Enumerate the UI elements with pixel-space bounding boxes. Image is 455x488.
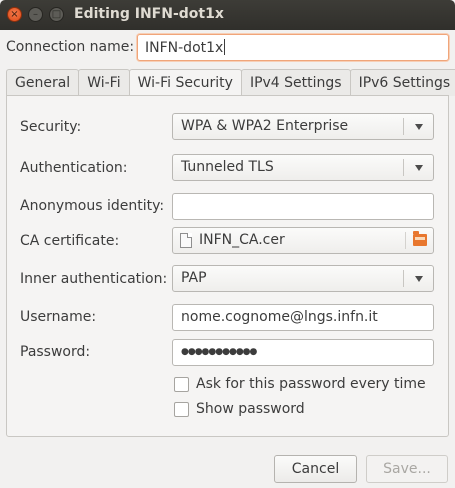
ca-certificate-label: CA certificate: — [20, 233, 120, 249]
tab-wifi-security[interactable]: Wi-Fi Security — [128, 69, 242, 97]
anonymous-identity-label: Anonymous identity: — [20, 198, 165, 214]
authentication-label: Authentication: — [20, 160, 128, 176]
inner-authentication-label: Inner authentication: — [20, 271, 168, 287]
password-value: ●●●●●●●●●●● — [181, 347, 257, 357]
title-bar: × – □ Editing INFN-dot1x — [0, 0, 455, 30]
security-label: Security: — [20, 119, 82, 135]
security-dropdown[interactable]: WPA & WPA2 Enterprise — [172, 113, 434, 140]
text-caret — [224, 39, 226, 55]
dropdown-separator — [403, 270, 404, 287]
file-icon — [180, 233, 192, 248]
connection-name-value: INFN-dot1x — [145, 40, 224, 56]
ask-password-option[interactable]: Ask for this password every time — [174, 376, 426, 392]
show-password-option[interactable]: Show password — [174, 401, 305, 417]
close-icon: × — [10, 8, 19, 20]
show-password-checkbox[interactable] — [174, 401, 189, 417]
tab-ipv6-settings[interactable]: IPv6 Settings — [349, 69, 455, 96]
chevron-down-icon — [415, 276, 423, 282]
maximize-window-button[interactable]: □ — [49, 7, 64, 22]
authentication-value: Tunneled TLS — [181, 159, 274, 175]
tab-bar: General Wi-Fi Wi-Fi Security IPv4 Settin… — [6, 69, 455, 97]
password-input[interactable]: ●●●●●●●●●●● — [172, 339, 434, 366]
minimize-window-button[interactable]: – — [28, 7, 43, 22]
cancel-button[interactable]: Cancel — [274, 455, 357, 483]
ask-password-checkbox[interactable] — [174, 376, 189, 392]
username-input[interactable]: nome.cognome@lngs.infn.it — [172, 304, 434, 331]
chooser-separator — [405, 232, 406, 249]
anonymous-identity-input[interactable] — [172, 193, 434, 220]
tab-general[interactable]: General — [6, 69, 80, 96]
tab-wifi[interactable]: Wi-Fi — [78, 69, 130, 96]
dropdown-separator — [403, 118, 404, 135]
save-button[interactable]: Save... — [366, 455, 448, 483]
close-window-button[interactable]: × — [7, 7, 22, 22]
security-value: WPA & WPA2 Enterprise — [181, 118, 349, 134]
chevron-down-icon — [415, 165, 423, 171]
folder-open-icon[interactable] — [413, 231, 427, 246]
window-title: Editing INFN-dot1x — [74, 6, 224, 22]
inner-authentication-dropdown[interactable]: PAP — [172, 265, 434, 292]
ask-password-label: Ask for this password every time — [196, 376, 426, 392]
tab-ipv4-settings[interactable]: IPv4 Settings — [240, 69, 351, 96]
password-label: Password: — [20, 344, 91, 360]
username-label: Username: — [20, 309, 97, 325]
connection-name-input[interactable]: INFN-dot1x — [137, 34, 449, 61]
connection-name-label: Connection name: — [6, 39, 135, 55]
minimize-icon: – — [33, 8, 38, 20]
show-password-label: Show password — [196, 401, 305, 417]
ca-certificate-chooser[interactable]: INFN_CA.cer — [172, 227, 434, 254]
inner-authentication-value: PAP — [181, 270, 207, 286]
ca-certificate-value: INFN_CA.cer — [199, 232, 285, 248]
username-value: nome.cognome@lngs.infn.it — [181, 309, 378, 325]
authentication-dropdown[interactable]: Tunneled TLS — [172, 154, 434, 181]
chevron-down-icon — [415, 124, 423, 130]
dropdown-separator — [403, 159, 404, 176]
maximize-icon: □ — [51, 8, 62, 20]
